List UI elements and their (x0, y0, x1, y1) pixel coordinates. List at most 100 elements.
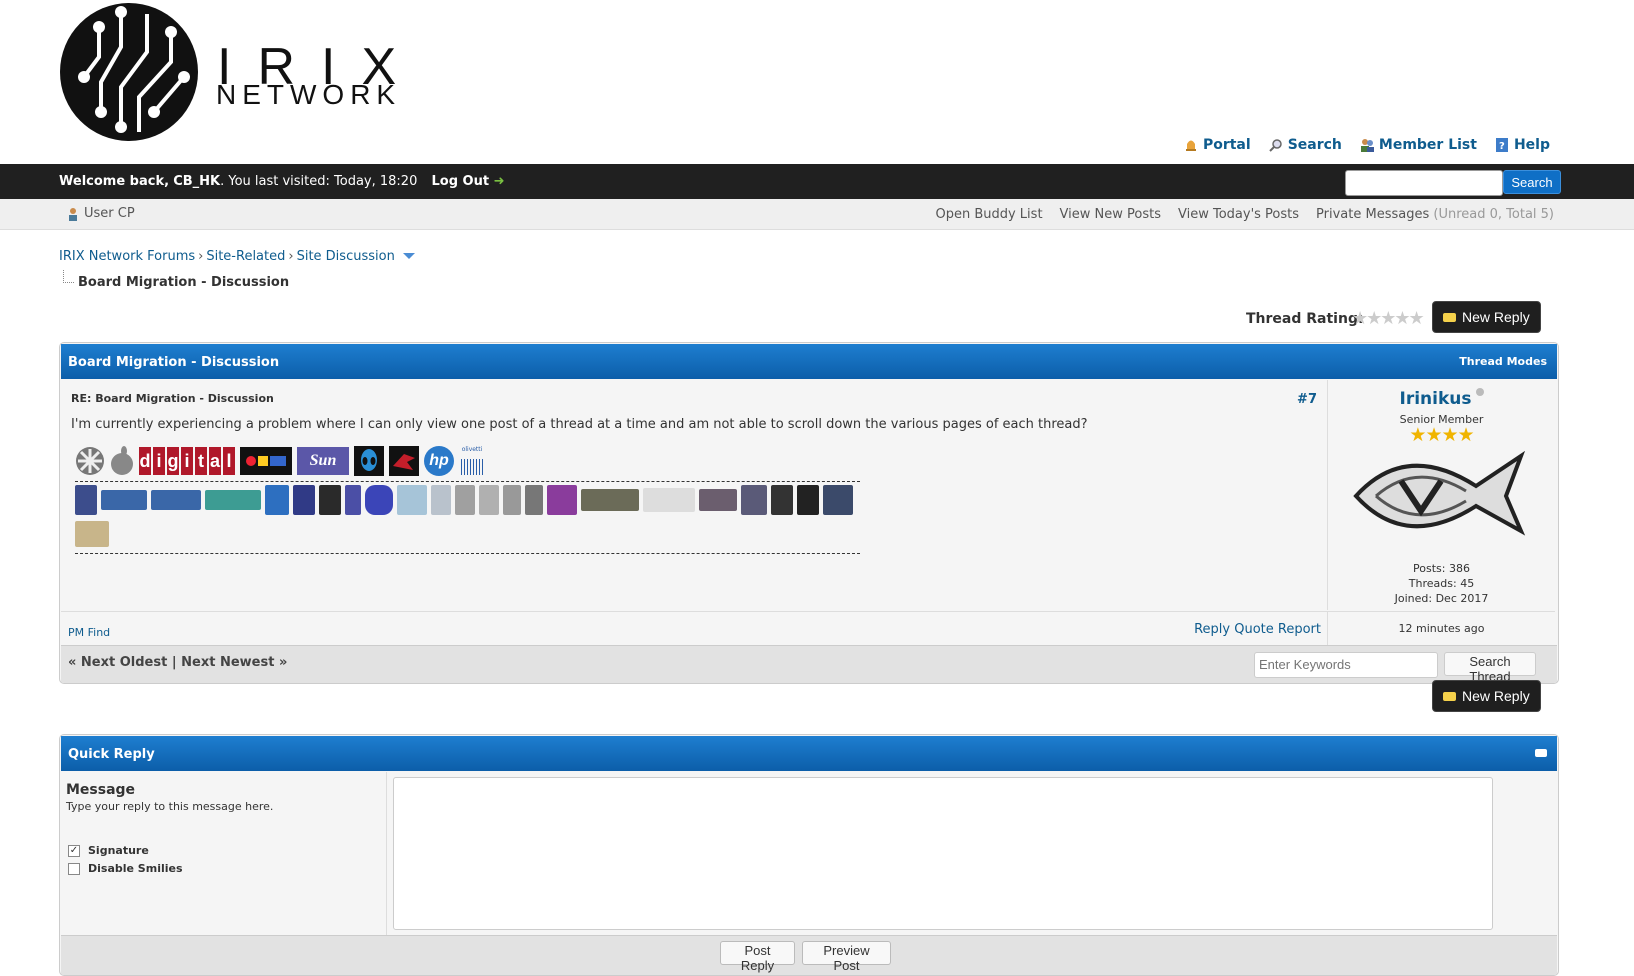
reply-quote-report-links[interactable]: Reply Quote Report (1194, 622, 1321, 637)
post-body: RE: Board Migration - Discussion #7 I'm … (61, 380, 1328, 610)
rating-stars[interactable]: ★★★★★ (1352, 308, 1425, 329)
quick-reply-title: Quick Reply (68, 747, 155, 762)
toplink-portal[interactable]: Portal (1184, 137, 1251, 153)
keyword-search-input[interactable] (1254, 652, 1438, 678)
toplink-label: Search (1287, 137, 1342, 153)
post-signature: d i g i t a l Sun hp olivetti (75, 444, 870, 557)
signature-logos: d i g i t a l Sun hp olivetti (75, 444, 870, 478)
pm-find-links[interactable]: PM Find (68, 626, 110, 639)
logout-label: Log Out (431, 174, 490, 189)
help-icon: ? (1495, 138, 1508, 152)
welcome-username[interactable]: CB_HK (173, 174, 220, 189)
disable-smilies-checkbox[interactable] (68, 862, 80, 875)
new-reply-label: New Reply (1462, 688, 1530, 704)
author-threads: Threads: 45 (1408, 577, 1475, 590)
author-profile-header: Irinikus (1328, 388, 1555, 409)
signature-machines (75, 485, 855, 547)
machine-image (265, 485, 289, 515)
post-reply-button[interactable]: Post Reply (720, 941, 795, 973)
disable-smilies-label: Disable Smilies (88, 862, 183, 875)
open-buddy-list-link[interactable]: Open Buddy List (935, 207, 1042, 222)
toplink-help[interactable]: ? Help (1495, 137, 1550, 153)
pdp-logo (240, 447, 292, 475)
top-search-input[interactable] (1345, 170, 1503, 196)
chevron-down-icon[interactable] (402, 252, 415, 260)
breadcrumb: IRIX Network Forums › Site-Related › Site Di… (59, 249, 415, 264)
preview-post-button[interactable]: Preview Post (802, 941, 891, 973)
logout-link[interactable]: Log Out ➜ (432, 174, 505, 189)
breadcrumb-current-label: Board Migration - Discussion (78, 275, 290, 290)
post-time: 12 minutes ago (1328, 611, 1555, 645)
post-number-link[interactable]: #7 (1297, 392, 1317, 407)
author-joined: Joined: Dec 2017 (1394, 592, 1489, 605)
quick-reply-header: Quick Reply (61, 736, 1557, 771)
avatar[interactable] (1346, 436, 1530, 552)
sun-logo-text: Sun (309, 452, 337, 469)
bell-icon (1185, 140, 1196, 151)
toplink-label: Portal (1202, 137, 1251, 153)
usercp-link[interactable]: User CP (66, 206, 135, 221)
message-textarea[interactable] (393, 777, 1493, 930)
speech-bubble-icon (1443, 312, 1456, 322)
machine-image (101, 490, 147, 510)
breadcrumb-item[interactable]: Site Discussion (297, 249, 395, 264)
search-thread-button[interactable]: Search Thread (1444, 652, 1536, 683)
breadcrumb-item[interactable]: Site-Related (206, 249, 285, 264)
breadcrumb-item[interactable]: IRIX Network Forums (59, 249, 195, 264)
digital-logo-letter: i (153, 447, 165, 475)
usercp-label: User CP (84, 206, 135, 221)
welcome-text: Welcome back, CB_HK. You last visited: T… (59, 174, 505, 189)
pdp-logo-mark (246, 456, 256, 466)
machine-image (455, 485, 475, 515)
post-footer: PM Find Reply Quote Report (61, 611, 1328, 645)
machine-image (345, 485, 361, 515)
author-profile: Irinikus Senior Member ★★★★ Posts: 386 T… (1328, 380, 1555, 610)
machine-image (319, 485, 341, 515)
pdp-logo-mark (270, 456, 286, 466)
disable-smilies-option[interactable]: Disable Smilies (68, 862, 183, 875)
view-todays-posts-link[interactable]: View Today's Posts (1178, 207, 1299, 222)
toplink-label: Member List (1378, 137, 1477, 153)
pm-label: Private Messages (1316, 207, 1430, 222)
machine-image (503, 485, 521, 515)
author-name-link[interactable]: Irinikus (1400, 389, 1472, 409)
sgi-cube-logo (76, 447, 104, 475)
offline-status-icon (1475, 388, 1484, 396)
pm-counts: (Unread 0, Total 5) (1433, 207, 1554, 222)
top-search-button[interactable]: Search (1503, 170, 1561, 194)
machine-image (431, 485, 451, 515)
members-icon (1360, 139, 1374, 152)
site-logo[interactable]: IRIX NETWORK (59, 2, 409, 147)
alienware-logo (354, 446, 384, 476)
pdp-logo-mark (258, 456, 268, 466)
signature-divider (75, 481, 860, 482)
toplink-search[interactable]: Search (1268, 137, 1342, 153)
machine-image (75, 485, 97, 515)
user-panel: User CP Open Buddy List View New Posts V… (0, 199, 1634, 230)
view-new-posts-link[interactable]: View New Posts (1060, 207, 1161, 222)
new-reply-button[interactable]: New Reply (1432, 301, 1541, 333)
signature-option[interactable]: ✓ Signature (68, 844, 149, 857)
post-text: I'm currently experiencing a problem whe… (71, 417, 1088, 432)
private-messages-link[interactable]: Private Messages (Unread 0, Total 5) (1316, 207, 1554, 222)
digital-logo-letter: i (181, 447, 193, 475)
hp-logo: hp (424, 446, 454, 476)
next-oldest-newest-links[interactable]: « Next Oldest | Next Newest » (68, 655, 287, 670)
toplink-label: Help (1513, 137, 1550, 153)
machine-image (797, 485, 819, 515)
new-reply-button[interactable]: New Reply (1432, 680, 1541, 712)
collapse-icon[interactable] (1535, 749, 1547, 757)
machine-image (643, 488, 695, 512)
signature-checkbox[interactable]: ✓ (68, 844, 80, 857)
machine-image (75, 521, 109, 547)
thread-rating-label: Thread Rating: (1246, 311, 1364, 327)
machine-image (771, 485, 793, 515)
thread-header: Board Migration - Discussion Thread Mode… (61, 344, 1557, 379)
machine-image (581, 489, 639, 511)
signature-divider (75, 553, 860, 554)
olivetti-logo-text: olivetti (461, 446, 483, 453)
thread-modes-link[interactable]: Thread Modes (1459, 355, 1547, 368)
toplink-member-list[interactable]: Member List (1360, 137, 1477, 153)
post-subject: RE: Board Migration - Discussion (71, 392, 274, 405)
machine-image (151, 490, 201, 510)
